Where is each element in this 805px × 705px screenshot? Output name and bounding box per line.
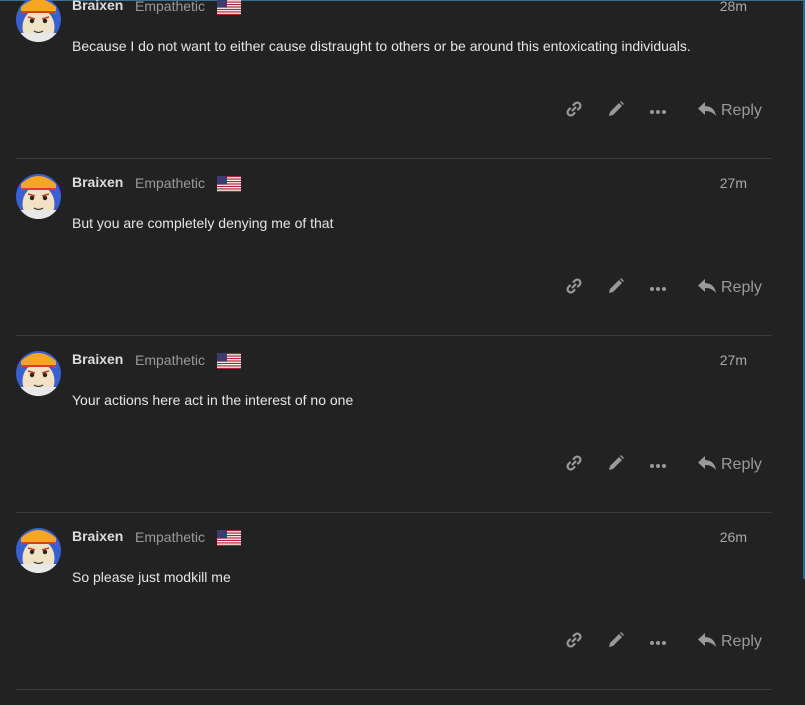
more-actions-button[interactable]: [644, 630, 672, 654]
avatar[interactable]: [16, 528, 61, 573]
post-actions: Reply: [560, 276, 770, 300]
post: Braixen Empathetic 27m Your actions here…: [0, 351, 790, 528]
reply-label: Reply: [721, 102, 762, 120]
post-date[interactable]: 26m: [720, 529, 747, 545]
user-title: Empathetic: [135, 175, 205, 191]
post-actions: Reply: [560, 453, 770, 477]
pencil-icon: [607, 277, 625, 300]
pencil-icon: [607, 454, 625, 477]
reply-arrow-icon: [697, 101, 717, 122]
reply-arrow-icon: [697, 455, 717, 476]
us-flag-icon: [217, 0, 241, 15]
avatar[interactable]: [16, 351, 61, 396]
ellipsis-icon: [649, 279, 667, 297]
us-flag-icon: [217, 353, 241, 369]
link-icon: [565, 631, 583, 654]
post: Braixen Empathetic 27m But you are compl…: [0, 174, 790, 351]
reply-button[interactable]: Reply: [697, 453, 762, 477]
pencil-icon: [607, 100, 625, 123]
post-body: Because I do not want to either cause di…: [72, 38, 691, 54]
reply-button[interactable]: Reply: [697, 276, 762, 300]
edit-button[interactable]: [602, 630, 630, 654]
copy-link-button[interactable]: [560, 453, 588, 477]
us-flag-icon: [217, 176, 241, 192]
username[interactable]: Braixen: [72, 351, 123, 367]
more-actions-button[interactable]: [644, 99, 672, 123]
reply-button[interactable]: Reply: [697, 99, 762, 123]
post-body: But you are completely denying me of tha…: [72, 215, 333, 231]
post-body: So please just modkill me: [72, 569, 231, 585]
user-title: Empathetic: [135, 0, 205, 14]
username[interactable]: Braixen: [72, 0, 123, 13]
post-actions: Reply: [560, 630, 770, 654]
copy-link-button[interactable]: [560, 99, 588, 123]
reply-arrow-icon: [697, 632, 717, 653]
ellipsis-icon: [649, 633, 667, 651]
username[interactable]: Braixen: [72, 174, 123, 190]
link-icon: [565, 277, 583, 300]
user-title: Empathetic: [135, 529, 205, 545]
post-divider: [16, 512, 772, 513]
post-date[interactable]: 27m: [720, 175, 747, 191]
user-title: Empathetic: [135, 352, 205, 368]
ellipsis-icon: [649, 456, 667, 474]
copy-link-button[interactable]: [560, 276, 588, 300]
post-date[interactable]: 28m: [720, 0, 747, 14]
avatar[interactable]: [16, 174, 61, 219]
edit-button[interactable]: [602, 453, 630, 477]
edit-button[interactable]: [602, 276, 630, 300]
edit-button[interactable]: [602, 99, 630, 123]
avatar[interactable]: [16, 0, 61, 42]
post-divider: [16, 335, 772, 336]
post-divider: [16, 689, 772, 690]
post-divider: [16, 158, 772, 159]
link-icon: [565, 100, 583, 123]
pencil-icon: [607, 631, 625, 654]
copy-link-button[interactable]: [560, 630, 588, 654]
post-actions: Reply: [560, 99, 770, 123]
post: Braixen Empathetic 28m Because I do not …: [0, 0, 790, 174]
link-icon: [565, 454, 583, 477]
us-flag-icon: [217, 530, 241, 546]
reply-label: Reply: [721, 279, 762, 297]
ellipsis-icon: [649, 102, 667, 120]
reply-label: Reply: [721, 633, 762, 651]
username[interactable]: Braixen: [72, 528, 123, 544]
post-date[interactable]: 27m: [720, 352, 747, 368]
more-actions-button[interactable]: [644, 453, 672, 477]
post-body: Your actions here act in the interest of…: [72, 392, 353, 408]
reply-arrow-icon: [697, 278, 717, 299]
more-actions-button[interactable]: [644, 276, 672, 300]
reply-label: Reply: [721, 456, 762, 474]
reply-button[interactable]: Reply: [697, 630, 762, 654]
post: Braixen Empathetic 26m So please just mo…: [0, 528, 790, 705]
